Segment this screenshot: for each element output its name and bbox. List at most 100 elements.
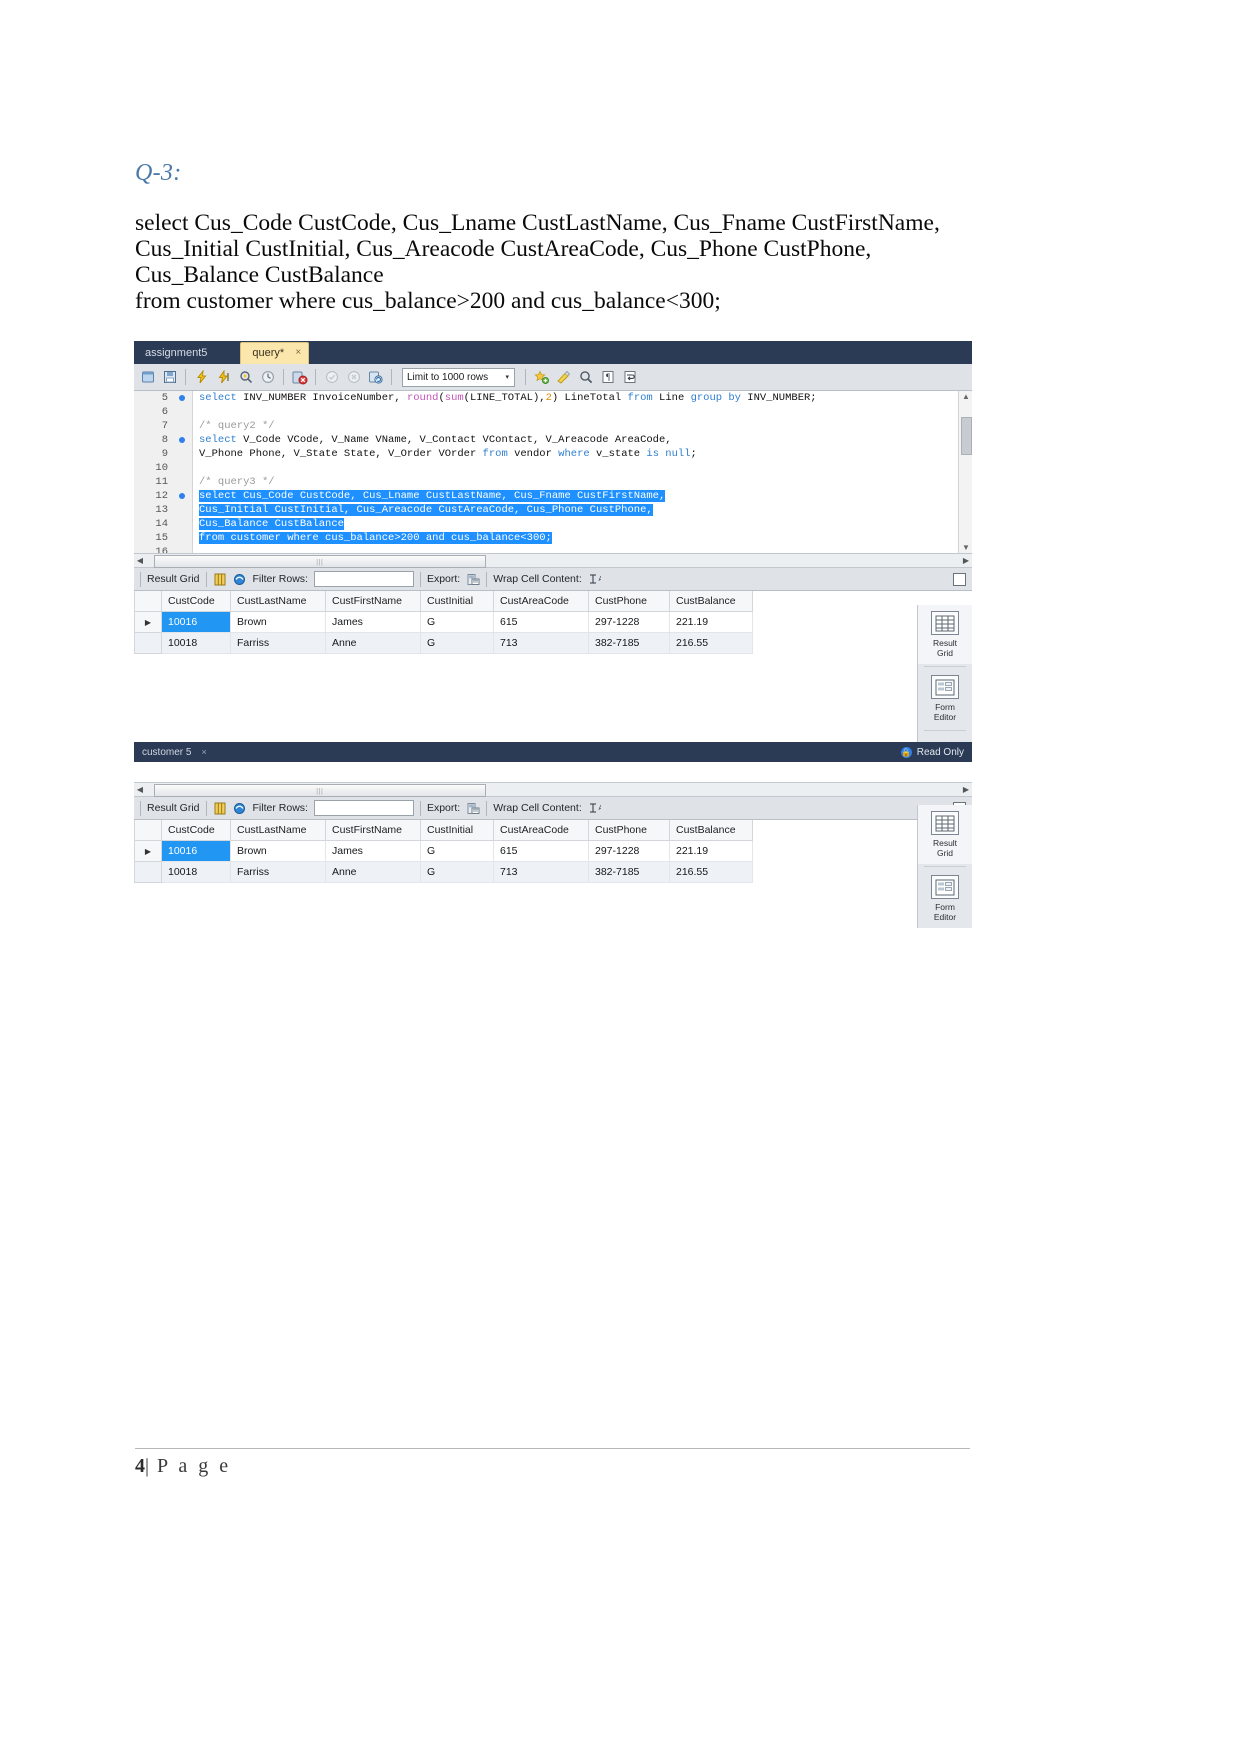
column-header[interactable]: CustAreaCode (493, 591, 589, 612)
table-cell[interactable]: 615 (493, 611, 589, 633)
table-cell[interactable]: 10018 (161, 861, 231, 883)
find-icon[interactable] (576, 368, 595, 387)
close-icon[interactable]: × (201, 747, 206, 757)
row-marker[interactable] (134, 632, 162, 654)
filter-icon[interactable] (233, 801, 247, 815)
table-cell[interactable]: 713 (493, 861, 589, 883)
table-cell[interactable]: 216.55 (669, 632, 753, 654)
hscroll-track[interactable]: ||| (146, 784, 960, 797)
invisible-chars-icon[interactable]: ¶ (598, 368, 617, 387)
filter-rows-input[interactable] (313, 800, 414, 816)
editor-code[interactable]: select INV_NUMBER InvoiceNumber, round(s… (193, 391, 972, 553)
table-cell[interactable]: 615 (493, 840, 589, 862)
breakpoint-dot-icon[interactable] (179, 437, 185, 443)
column-header[interactable]: CustCode (161, 820, 231, 841)
column-header[interactable]: CustFirstName (325, 591, 421, 612)
commit-icon[interactable] (322, 368, 341, 387)
column-header[interactable]: CustInitial (420, 820, 494, 841)
editor-horizontal-scrollbar[interactable]: ◀ ||| ▶ (134, 554, 972, 568)
scroll-right-icon[interactable]: ▶ (960, 556, 972, 565)
toggle-stop-icon[interactable] (290, 368, 309, 387)
table-cell[interactable]: 10018 (161, 632, 231, 654)
tab-query[interactable]: query* × (240, 342, 310, 364)
table-row[interactable]: 10018 Farriss Anne G 713 382-7185 216.55 (134, 632, 753, 654)
export-icon[interactable] (466, 801, 480, 815)
table-cell[interactable]: Farriss (230, 632, 326, 654)
scroll-right-icon[interactable]: ▶ (960, 785, 972, 794)
column-header[interactable]: CustFirstName (325, 820, 421, 841)
column-header[interactable]: CustBalance (669, 591, 753, 612)
grid-toggle-icon[interactable] (213, 572, 227, 586)
column-header[interactable]: CustBalance (669, 820, 753, 841)
column-header[interactable]: CustLastName (230, 591, 326, 612)
table-cell[interactable]: Brown (230, 840, 326, 862)
table-cell[interactable]: G (420, 840, 494, 862)
execute-icon[interactable] (192, 368, 211, 387)
table-cell[interactable]: James (325, 611, 421, 633)
side-item-result-grid[interactable]: Result Grid (918, 805, 972, 864)
snippets-icon[interactable] (532, 368, 551, 387)
column-header[interactable]: CustPhone (588, 591, 670, 612)
explain-icon[interactable] (236, 368, 255, 387)
table-cell[interactable]: 382-7185 (588, 861, 670, 883)
table-cell[interactable]: G (420, 632, 494, 654)
table-cell[interactable]: Brown (230, 611, 326, 633)
breakpoint-dot-icon[interactable] (179, 395, 185, 401)
scroll-left-icon[interactable]: ◀ (134, 785, 146, 794)
scroll-up-icon[interactable]: ▲ (962, 392, 970, 401)
hscroll-thumb[interactable]: ||| (154, 555, 486, 568)
new-file-icon[interactable] (138, 368, 157, 387)
column-header[interactable]: CustInitial (420, 591, 494, 612)
sql-editor[interactable]: 5 6 7 8 9 10 11 12 13 14 15 16 select INV_NUMBER In… (134, 391, 972, 554)
table-cell[interactable]: 221.19 (669, 611, 753, 633)
column-header[interactable]: CustPhone (588, 820, 670, 841)
hscroll-thumb[interactable]: ||| (154, 784, 486, 797)
tab-assignment5[interactable]: assignment5 (134, 343, 218, 364)
beautify-icon[interactable] (554, 368, 573, 387)
stop-icon[interactable] (258, 368, 277, 387)
table-cell[interactable]: 297-1228 (588, 840, 670, 862)
rollback-icon[interactable] (344, 368, 363, 387)
result-tab-customer[interactable]: customer 5 (134, 747, 199, 758)
grid-toggle-icon[interactable] (213, 801, 227, 815)
table-cell[interactable]: 10016 (161, 840, 231, 862)
wrap-lines-icon[interactable] (620, 368, 639, 387)
row-marker[interactable]: ▶ (134, 840, 162, 862)
row-marker[interactable] (134, 861, 162, 883)
breakpoint-dot-icon[interactable] (179, 493, 185, 499)
table-row[interactable]: 10018 Farriss Anne G 713 382-7185 216.55 (134, 861, 753, 883)
table-cell[interactable]: 221.19 (669, 840, 753, 862)
table-cell[interactable]: James (325, 840, 421, 862)
side-item-form-editor[interactable]: Form Editor (918, 869, 972, 928)
autocommit-icon[interactable] (366, 368, 385, 387)
row-marker[interactable]: ▶ (134, 611, 162, 633)
wrap-cell-icon[interactable]: A (588, 801, 602, 815)
column-header[interactable]: CustLastName (230, 820, 326, 841)
table-row[interactable]: ▶ 10016 Brown James G 615 297-1228 221.19 (134, 611, 753, 633)
table-cell[interactable]: G (420, 611, 494, 633)
results-horizontal-scrollbar[interactable]: ◀ ||| ▶ (134, 783, 972, 797)
filter-rows-input[interactable] (313, 571, 414, 587)
table-cell[interactable]: Anne (325, 861, 421, 883)
filter-icon[interactable] (233, 572, 247, 586)
export-icon[interactable] (466, 572, 480, 586)
side-item-result-grid[interactable]: Result Grid (918, 605, 972, 664)
wrap-cell-icon[interactable]: A (588, 572, 602, 586)
table-cell[interactable]: Anne (325, 632, 421, 654)
side-item-form-editor[interactable]: Form Editor (918, 669, 972, 728)
scroll-left-icon[interactable]: ◀ (134, 556, 146, 565)
close-icon[interactable]: × (295, 346, 301, 360)
table-cell[interactable]: 216.55 (669, 861, 753, 883)
save-icon[interactable] (160, 368, 179, 387)
column-header[interactable]: CustAreaCode (493, 820, 589, 841)
table-cell[interactable]: 713 (493, 632, 589, 654)
hscroll-track[interactable]: ||| (146, 555, 960, 568)
scroll-down-icon[interactable]: ▼ (962, 543, 970, 552)
execute-current-icon[interactable] (214, 368, 233, 387)
editor-vertical-scrollbar[interactable]: ▲ ▼ (958, 391, 972, 553)
table-cell[interactable]: 382-7185 (588, 632, 670, 654)
table-cell[interactable]: 10016 (161, 611, 231, 633)
table-cell[interactable]: 297-1228 (588, 611, 670, 633)
table-cell[interactable]: Farriss (230, 861, 326, 883)
table-cell[interactable]: G (420, 861, 494, 883)
